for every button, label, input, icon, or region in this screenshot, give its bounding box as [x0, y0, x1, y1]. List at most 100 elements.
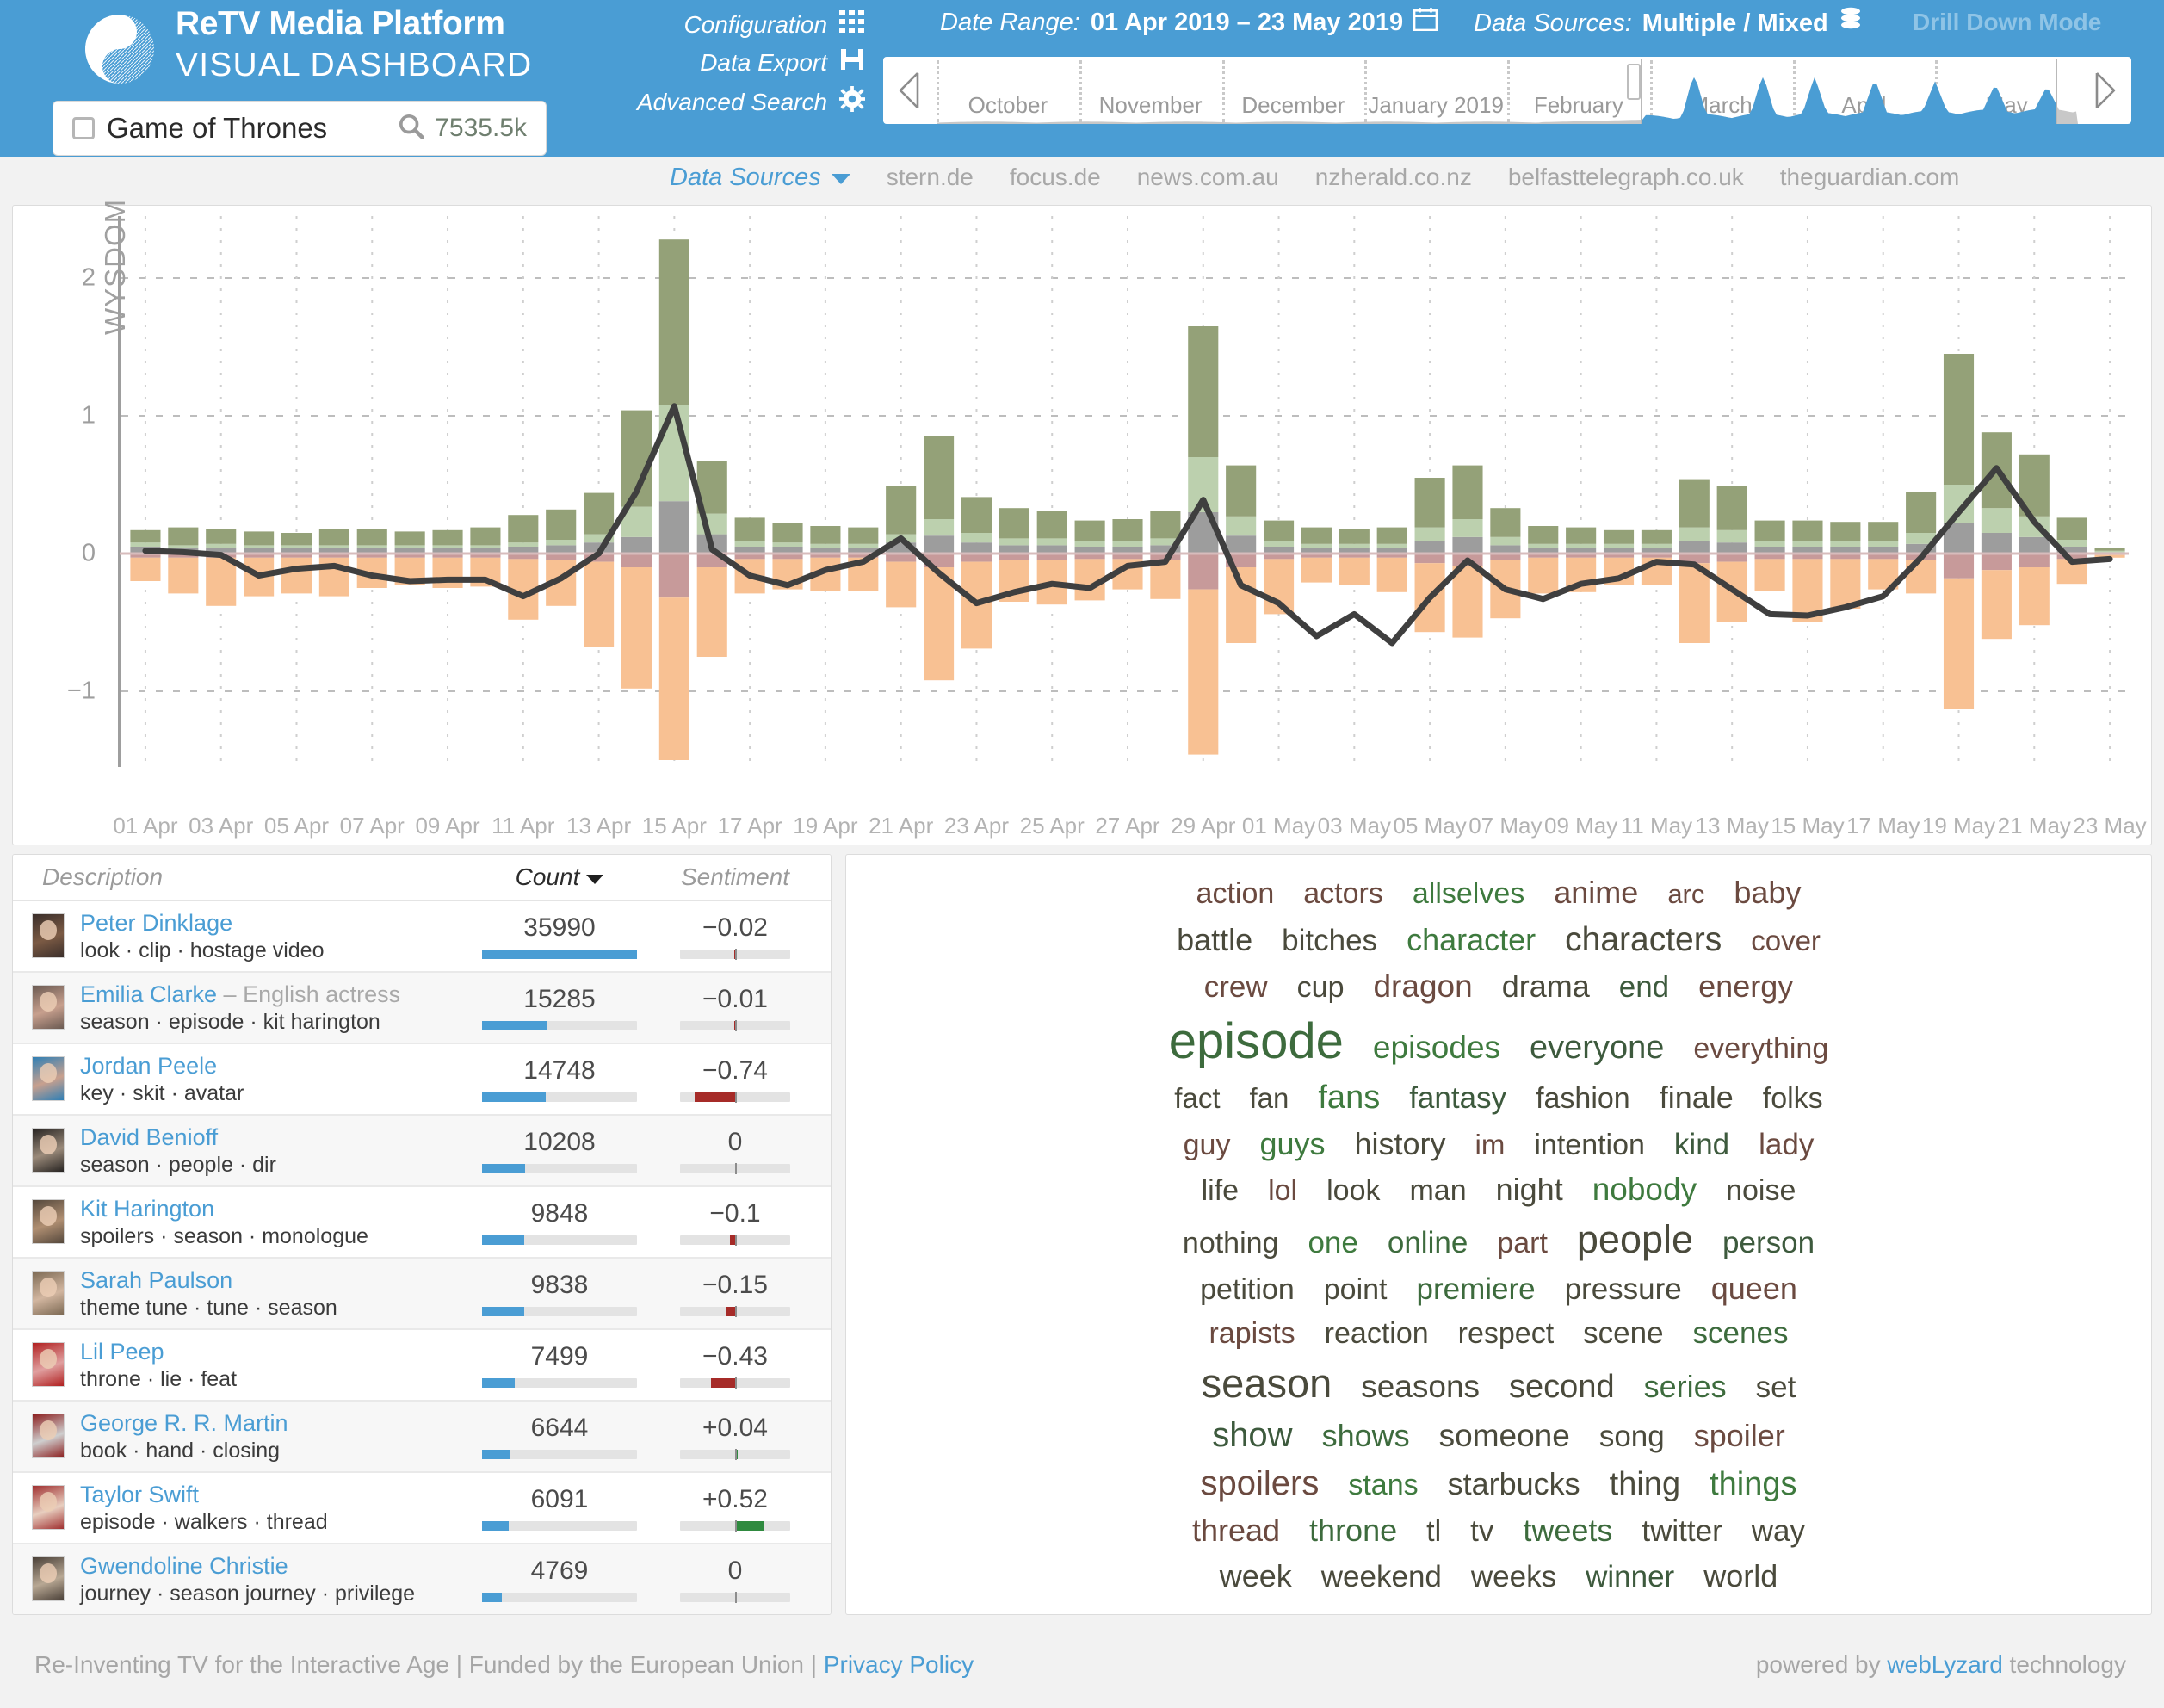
keyword-cloud-panel[interactable]: action actors allselves anime arc baby battle b… [845, 854, 2152, 1615]
menu-configuration[interactable]: Configuration [683, 10, 865, 39]
avatar[interactable] [32, 1199, 65, 1245]
keyword-lady[interactable]: lady [1744, 1129, 1828, 1160]
keyword-part[interactable]: part [1482, 1228, 1562, 1258]
keyword-anime[interactable]: anime [1539, 877, 1653, 908]
avatar[interactable] [32, 985, 65, 1030]
keyword-throne[interactable]: throne [1295, 1515, 1412, 1546]
keyword-energy[interactable]: energy [1684, 971, 1808, 1002]
keyword-end[interactable]: end [1604, 972, 1684, 1002]
keyword-intention[interactable]: intention [1519, 1130, 1660, 1160]
keyword-episodes[interactable]: episodes [1358, 1031, 1515, 1063]
avatar[interactable] [32, 1271, 65, 1316]
keyword-people[interactable]: people [1562, 1220, 1708, 1259]
keyword-night[interactable]: night [1481, 1174, 1578, 1205]
data-source-theguardian[interactable]: theguardian.com [1780, 164, 1960, 191]
keyword-spoilers[interactable]: spoilers [1186, 1466, 1334, 1501]
keyword-everyone[interactable]: everyone [1515, 1031, 1679, 1064]
entity-name-link[interactable]: Jordan Peele [80, 1053, 217, 1079]
keyword-weekend[interactable]: weekend [1307, 1562, 1456, 1592]
timeline-selection-end[interactable] [2056, 59, 2057, 124]
keyword-kind[interactable]: kind [1660, 1129, 1744, 1160]
keyword-petition[interactable]: petition [1185, 1275, 1309, 1304]
entity-name-link[interactable]: George R. R. Martin [80, 1410, 288, 1436]
keyword-drama[interactable]: drama [1487, 971, 1604, 1002]
keyword-world[interactable]: world [1689, 1560, 1792, 1592]
avatar[interactable] [32, 1414, 65, 1459]
search-box[interactable]: Game of Thrones 7535.5k [53, 102, 546, 155]
save-disk-icon[interactable] [839, 47, 865, 77]
entity-table-panel[interactable]: Description Count Sentiment Peter Dinkla… [12, 854, 832, 1615]
keyword-episode[interactable]: episode [1154, 1017, 1358, 1067]
keyword-characters[interactable]: characters [1550, 923, 1736, 956]
keyword-season[interactable]: season [1187, 1363, 1347, 1403]
keyword-shows[interactable]: shows [1308, 1420, 1425, 1451]
data-source-stern[interactable]: stern.de [887, 164, 974, 191]
keyword-scene[interactable]: scene [1568, 1318, 1678, 1348]
caret-down-icon[interactable] [831, 164, 850, 192]
search-icon[interactable] [397, 112, 426, 145]
entity-name-link[interactable]: Emilia Clarke [80, 981, 217, 1007]
timeline-scroller[interactable]: October November December January 2019 Febru… [883, 57, 2131, 124]
search-term[interactable]: Game of Thrones [107, 112, 397, 145]
avatar[interactable] [32, 1128, 65, 1173]
data-sources-dropdown[interactable]: Data Sources [670, 164, 850, 192]
keyword-cup[interactable]: cup [1283, 973, 1359, 1002]
date-range[interactable]: Date Range: 01 Apr 2019 – 23 May 2019 [940, 7, 1438, 38]
table-row[interactable]: Jordan Peele key · skit · avatar 14748 −0.7… [13, 1044, 831, 1116]
chevron-left-icon[interactable] [883, 57, 937, 124]
keyword-character[interactable]: character [1392, 924, 1550, 956]
data-source-nzherald[interactable]: nzherald.co.nz [1315, 164, 1472, 191]
data-sources-selector[interactable]: Data Sources: Multiple / Mixed [1474, 7, 1863, 40]
keyword-fan[interactable]: fan [1235, 1084, 1304, 1112]
column-header-sentiment[interactable]: Sentiment [658, 863, 831, 891]
keyword-folks[interactable]: folks [1748, 1084, 1838, 1113]
data-source-newscomau[interactable]: news.com.au [1137, 164, 1279, 191]
avatar[interactable] [32, 913, 65, 959]
keyword-one[interactable]: one [1293, 1228, 1372, 1258]
keyword-fashion[interactable]: fashion [1521, 1084, 1645, 1113]
table-row[interactable]: Taylor Swift episode · walkers · thread 60… [13, 1473, 831, 1544]
keyword-premiere[interactable]: premiere [1401, 1274, 1549, 1304]
keyword-respect[interactable]: respect [1444, 1319, 1569, 1348]
drill-down-mode-button[interactable]: Drill Down Mode [1913, 9, 2101, 36]
keyword-fact[interactable]: fact [1159, 1084, 1234, 1112]
entity-name-link[interactable]: Gwendoline Christie [80, 1553, 288, 1579]
menu-advanced-search[interactable]: Advanced Search [637, 86, 866, 118]
database-stack-icon[interactable] [1839, 7, 1863, 40]
keyword-im[interactable]: im [1461, 1130, 1520, 1159]
keyword-tv[interactable]: tv [1456, 1516, 1508, 1546]
keyword-weeks[interactable]: weeks [1456, 1562, 1571, 1592]
keyword-things[interactable]: things [1695, 1468, 1811, 1501]
keyword-fans[interactable]: fans [1303, 1081, 1394, 1114]
entity-name-link[interactable]: Sarah Paulson [80, 1267, 232, 1293]
keyword-tl[interactable]: tl [1412, 1517, 1456, 1546]
checkbox-unchecked-icon[interactable] [72, 117, 95, 139]
table-row[interactable]: Peter Dinklage look · clip · hostage vide… [13, 901, 831, 973]
keyword-nothing[interactable]: nothing [1168, 1228, 1294, 1258]
table-row[interactable]: Sarah Paulson theme tune · tune · season 9… [13, 1259, 831, 1330]
keyword-guys[interactable]: guys [1245, 1128, 1339, 1160]
table-row[interactable]: Kit Harington spoilers · season · monolog… [13, 1187, 831, 1259]
keyword-pressure[interactable]: pressure [1550, 1274, 1697, 1304]
keyword-reaction[interactable]: reaction [1310, 1319, 1444, 1348]
column-header-description[interactable]: Description [13, 863, 461, 891]
keyword-thing[interactable]: thing [1595, 1468, 1695, 1501]
keyword-tweets[interactable]: tweets [1508, 1515, 1627, 1546]
stacked-sentiment-chart[interactable] [13, 206, 2151, 808]
table-row[interactable]: Emilia Clarke – English actress season · … [13, 973, 831, 1044]
keyword-allselves[interactable]: allselves [1398, 879, 1539, 908]
keyword-man[interactable]: man [1394, 1176, 1481, 1205]
keyword-bitches[interactable]: bitches [1267, 925, 1392, 956]
keyword-guy[interactable]: guy [1169, 1130, 1246, 1160]
timeline-track[interactable]: October November December January 2019 Febru… [937, 57, 2078, 124]
keyword-starbucks[interactable]: starbucks [1433, 1469, 1595, 1500]
table-row[interactable]: Lil Peep throne · lie · feat 7499 −0.43 [13, 1330, 831, 1402]
calendar-icon[interactable] [1413, 7, 1438, 38]
keyword-song[interactable]: song [1585, 1421, 1679, 1451]
keyword-action[interactable]: action [1182, 879, 1289, 908]
keyword-arc[interactable]: arc [1653, 881, 1719, 907]
caret-down-icon[interactable] [586, 863, 604, 891]
keyword-winner[interactable]: winner [1571, 1562, 1689, 1592]
keyword-scenes[interactable]: scenes [1679, 1318, 1803, 1348]
keyword-life[interactable]: life [1187, 1176, 1253, 1205]
